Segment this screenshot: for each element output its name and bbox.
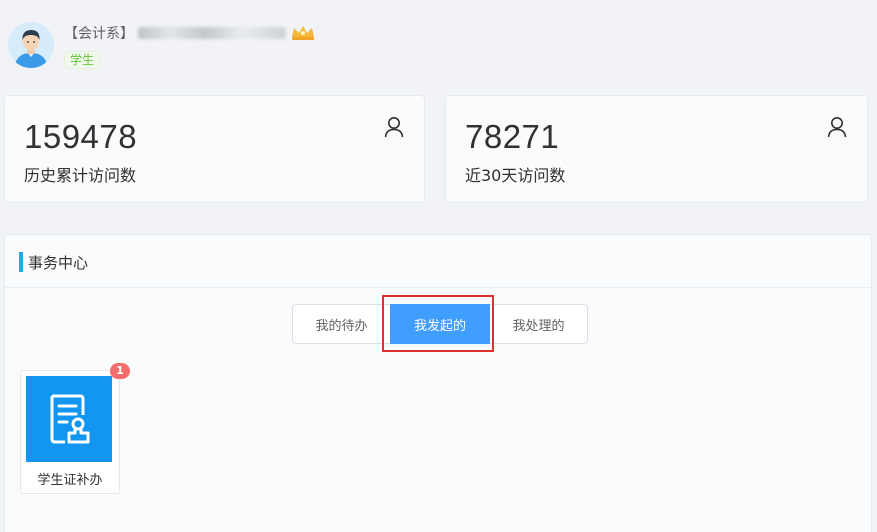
profile-name: 【会计系】 (64, 23, 316, 43)
stat-card-total-visits: 159478 历史累计访问数 (4, 95, 425, 203)
avatar-icon (8, 22, 54, 68)
user-icon (827, 117, 847, 138)
avatar[interactable] (8, 22, 54, 68)
notification-badge: 1 (110, 363, 130, 379)
document-stamp-icon (26, 376, 112, 462)
app-page: 【会计系】 学生 159478 历史累计访问数 78271 近30天访问数 事务… (0, 0, 877, 532)
panel-title: 事务中心 (28, 254, 89, 272)
affairs-panel: 事务中心 我的待办 我发起的 我处理的 学生证补办 1 (4, 234, 872, 532)
service-label: 学生证补办 (37, 473, 103, 488)
stat-value: 78271 (465, 118, 560, 155)
user-icon (384, 117, 404, 138)
role-badge: 学生 (64, 51, 101, 69)
stat-card-30day-visits: 78271 近30天访问数 (445, 95, 868, 203)
tab-my-initiated[interactable]: 我发起的 (382, 295, 494, 352)
redacted-name (138, 27, 286, 39)
panel-title-bar (19, 252, 23, 272)
tab-my-todo[interactable]: 我的待办 (292, 304, 390, 344)
stat-value: 159478 (24, 118, 138, 155)
service-tile-student-card[interactable]: 学生证补办 1 (20, 363, 130, 494)
panel-header: 事务中心 (5, 235, 871, 288)
department-label: 【会计系】 (64, 26, 134, 42)
tab-label: 我发起的 (413, 318, 466, 334)
stat-label: 历史累计访问数 (24, 166, 137, 185)
vip-crown-icon (290, 25, 316, 41)
affairs-tabs: 我的待办 我发起的 我处理的 (292, 295, 588, 352)
tab-my-handled[interactable]: 我处理的 (490, 304, 588, 344)
stat-label: 近30天访问数 (465, 166, 566, 185)
